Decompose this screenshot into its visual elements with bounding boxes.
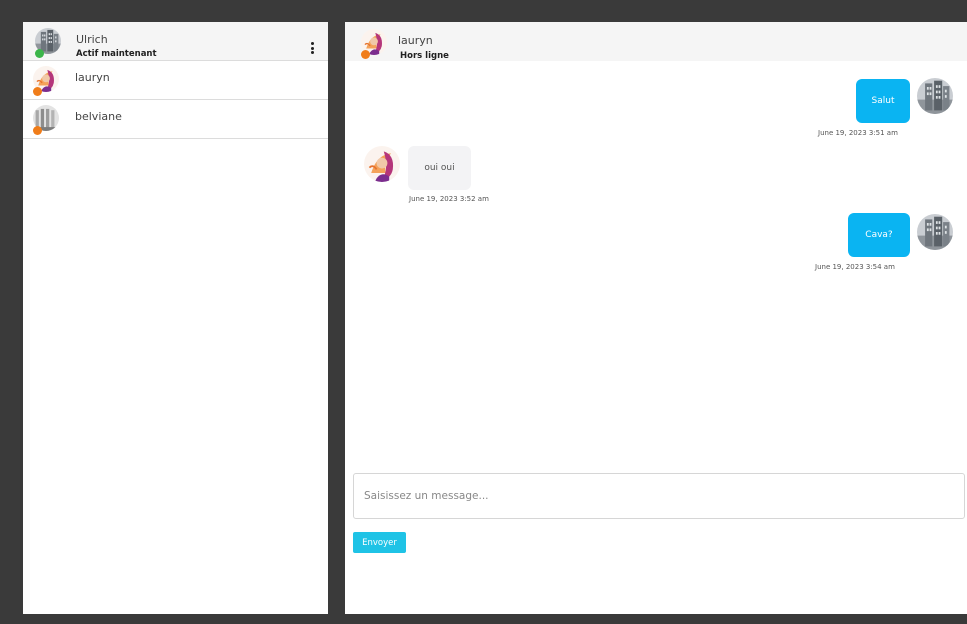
contact-item-lauryn[interactable]: lauryn [23, 61, 328, 100]
building-avatar-image [917, 214, 953, 250]
sent-message-bubble: Cava? [848, 213, 910, 257]
recipient-avatar [364, 146, 400, 182]
message-input[interactable] [353, 473, 965, 519]
contact-name: belviane [75, 110, 122, 123]
sender-avatar [917, 78, 953, 114]
vertical-ellipsis-icon[interactable] [310, 42, 314, 54]
sent-message-bubble: Salut [856, 79, 910, 123]
building-avatar-image [917, 78, 953, 114]
chat-panel: lauryn Hors ligne Salut June 19, 2023 3:… [345, 22, 967, 614]
send-button[interactable]: Envoyer [353, 532, 406, 553]
current-user-status: Actif maintenant [76, 49, 157, 59]
current-user-avatar [35, 28, 61, 58]
current-user-header: Ulrich Actif maintenant [23, 22, 328, 61]
sender-avatar [917, 214, 953, 250]
portrait-avatar-image [364, 146, 400, 182]
chat-contact-status: Hors ligne [400, 51, 449, 61]
chat-header: lauryn Hors ligne [345, 22, 967, 61]
contact-item-belviane[interactable]: belviane [23, 100, 328, 139]
window-frame [0, 0, 967, 8]
offline-status-dot [33, 126, 42, 135]
received-message-bubble: oui oui [408, 146, 471, 190]
current-user-name: Ulrich [76, 33, 108, 46]
chat-contact-name: lauryn [398, 34, 433, 47]
conversation-list-panel: Ulrich Actif maintenant lauryn belviane [23, 22, 328, 614]
online-status-dot [35, 49, 44, 58]
message-timestamp: June 19, 2023 3:52 am [409, 195, 489, 203]
contact-name: lauryn [75, 71, 110, 84]
offline-status-dot [33, 87, 42, 96]
contact-avatar [33, 66, 59, 96]
message-timestamp: June 19, 2023 3:54 am [815, 263, 895, 271]
offline-status-dot [361, 50, 370, 59]
message-timestamp: June 19, 2023 3:51 am [818, 129, 898, 137]
contact-avatar [33, 105, 59, 135]
chat-contact-avatar [361, 29, 387, 59]
